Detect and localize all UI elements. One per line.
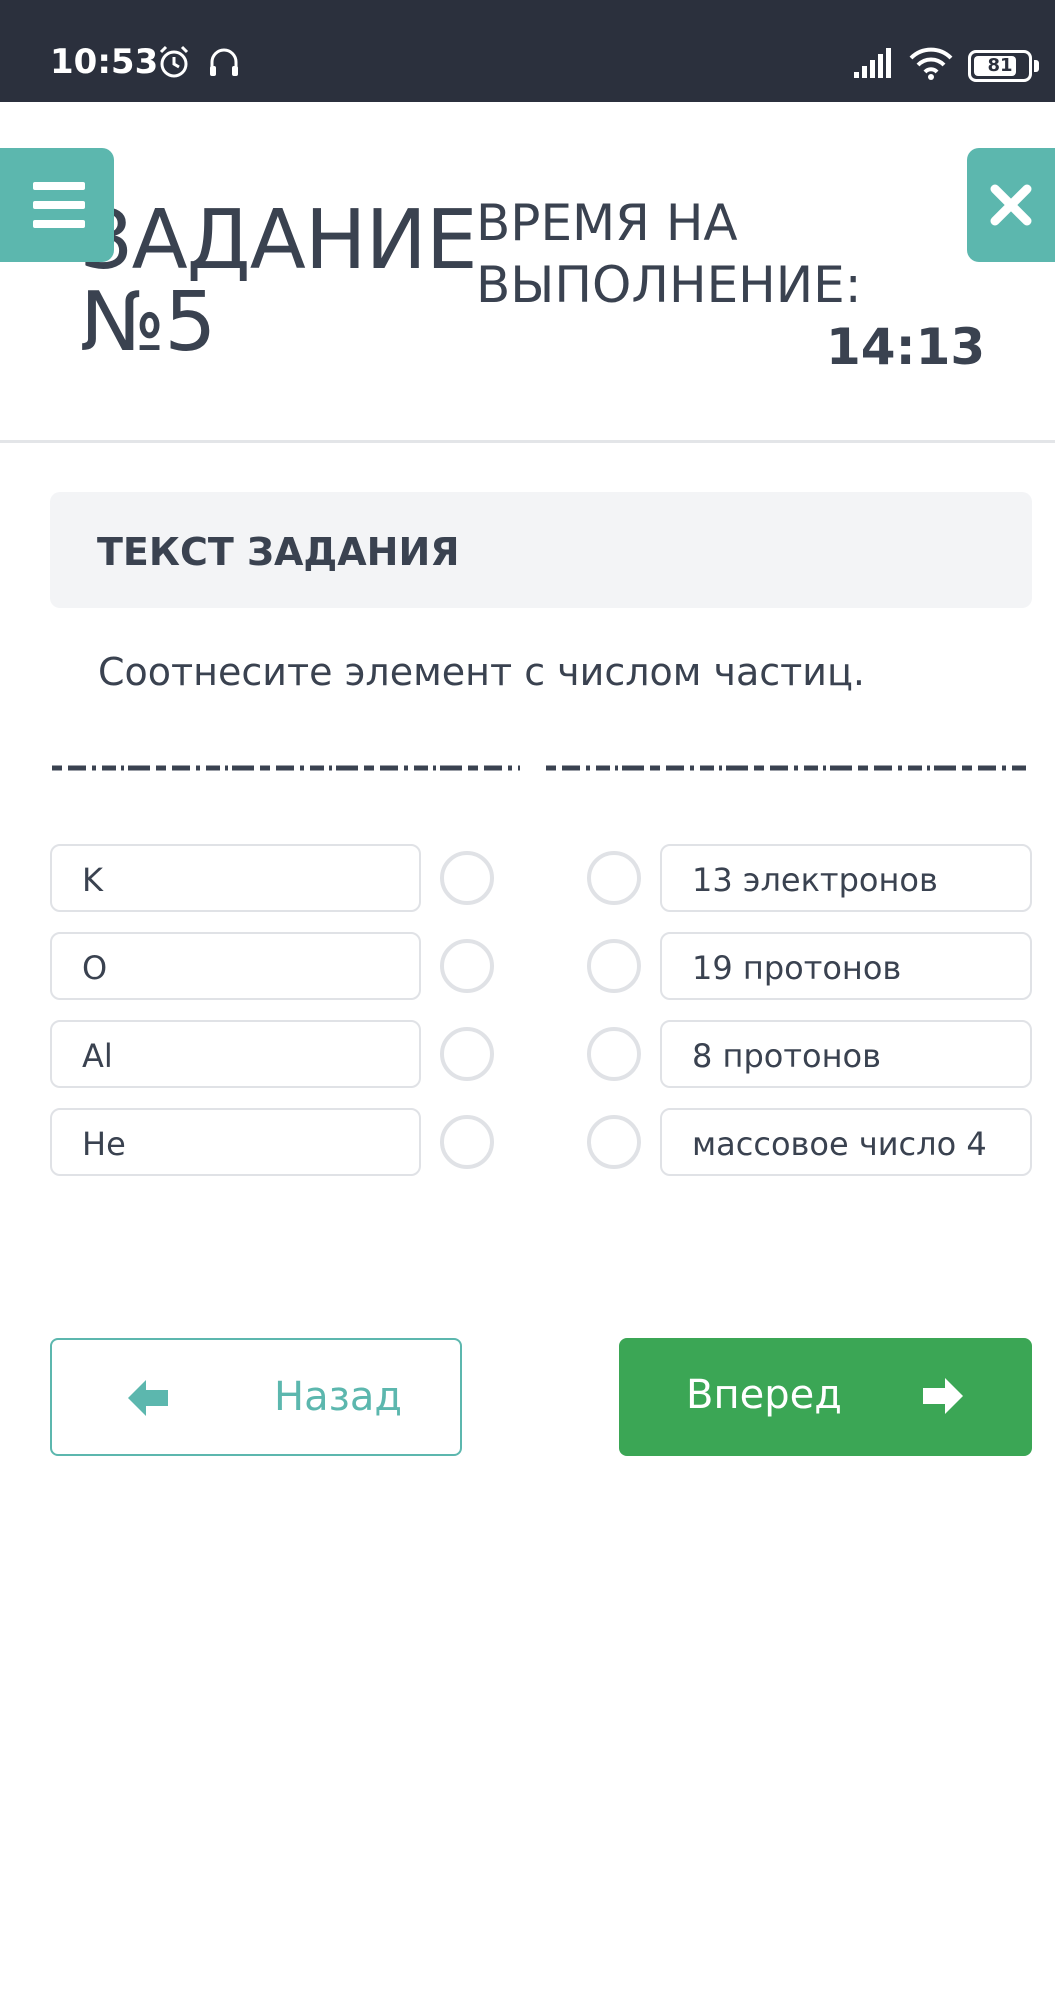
right-item-2[interactable]: 19 протонов [660, 932, 1032, 1000]
left-item-al[interactable]: Al [50, 1020, 421, 1088]
back-button-label: Назад [274, 1374, 403, 1420]
next-button-label: Вперед [686, 1372, 842, 1418]
right-connector-3[interactable] [587, 1027, 641, 1081]
right-connector-4[interactable] [587, 1115, 641, 1169]
menu-button[interactable] [0, 148, 114, 262]
right-connector-2[interactable] [587, 939, 641, 993]
task-text-label: ТЕКСТ ЗАДАНИЯ [97, 530, 460, 574]
arrow-right-icon [923, 1378, 963, 1414]
status-time: 10:53 [50, 42, 159, 82]
time-label-line1: ВРЕМЯ НА [476, 194, 738, 252]
left-connector-3[interactable] [440, 1027, 494, 1081]
time-label-line2: ВЫПОЛНЕНИЕ: [476, 256, 862, 314]
hamburger-icon [33, 182, 85, 190]
back-button[interactable]: Назад [50, 1338, 462, 1456]
time-remaining: 14:13 [826, 318, 986, 376]
task-text-header: ТЕКСТ ЗАДАНИЯ [50, 492, 1032, 608]
next-button[interactable]: Вперед [619, 1338, 1032, 1456]
task-title-line1: ЗАДАНИЕ [80, 193, 478, 288]
header-divider [0, 440, 1055, 443]
arrow-left-icon [128, 1380, 168, 1416]
time-label: ВРЕМЯ НА ВЫПОЛНЕНИЕ: [476, 192, 876, 316]
left-item-k[interactable]: K [50, 844, 421, 912]
question-text: Соотнесите элемент с числом частиц. [98, 650, 865, 694]
signal-icon [854, 48, 891, 78]
headphones-icon [210, 48, 238, 76]
status-bar: 10:53 81 [0, 0, 1055, 102]
close-icon [990, 184, 1032, 226]
close-button[interactable] [967, 148, 1055, 262]
right-item-1[interactable]: 13 электронов [660, 844, 1032, 912]
left-item-he[interactable]: He [50, 1108, 421, 1176]
left-connector-1[interactable] [440, 851, 494, 905]
wifi-icon [909, 47, 953, 80]
right-item-3[interactable]: 8 протонов [660, 1020, 1032, 1088]
right-item-4[interactable]: массовое число 4 [660, 1108, 1032, 1176]
dashed-divider-right [546, 765, 1030, 771]
battery-level: 81 [987, 55, 1013, 76]
battery-icon: 81 [968, 50, 1039, 82]
right-connector-1[interactable] [587, 851, 641, 905]
task-title-number: №5 [80, 275, 216, 370]
task-title: ЗАДАНИЕ №5 [80, 193, 478, 370]
left-item-o[interactable]: O [50, 932, 421, 1000]
left-connector-4[interactable] [440, 1115, 494, 1169]
left-connector-2[interactable] [440, 939, 494, 993]
alarm-icon [159, 45, 189, 78]
dashed-divider-left [52, 765, 520, 771]
